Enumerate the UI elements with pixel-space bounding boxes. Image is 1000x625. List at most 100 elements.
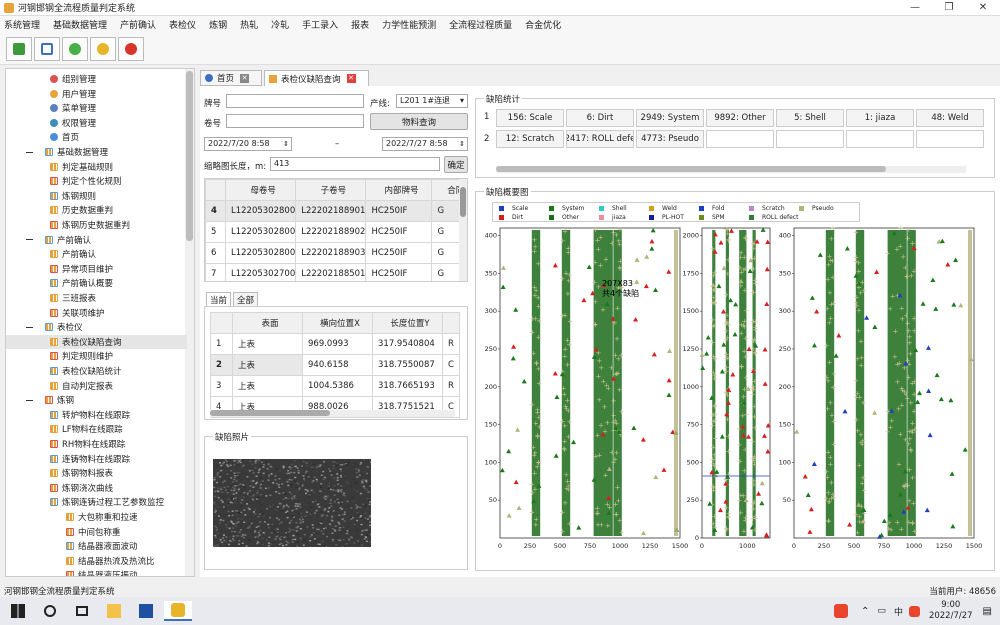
table-cell[interactable]: L12205302800 xyxy=(224,242,297,264)
stat-button[interactable]: 156: Scale xyxy=(496,109,564,127)
window-button[interactable] xyxy=(34,36,60,61)
tree-item[interactable]: LF物料在线跟踪 xyxy=(6,422,187,436)
tree-item[interactable]: 炼钢物料报表 xyxy=(6,466,187,480)
tree-item[interactable]: 结晶器热流及热流比 xyxy=(6,554,187,568)
table-cell[interactable]: 上表 xyxy=(232,333,303,355)
table-cell[interactable]: 318.7665193 xyxy=(372,375,443,397)
legend-item[interactable]: System xyxy=(549,204,584,212)
tree-item[interactable]: 基础数据管理 xyxy=(6,145,187,159)
search-icon[interactable] xyxy=(36,601,64,621)
legend-item[interactable]: Other xyxy=(549,213,579,221)
legend-item[interactable]: Scratch xyxy=(749,204,785,212)
tree-item[interactable]: 表检仪缺陷查询 xyxy=(6,334,187,349)
collapse-icon[interactable] xyxy=(26,326,33,328)
table-cell[interactable]: L12205302800 xyxy=(224,200,297,222)
table-cell[interactable]: HC250IF xyxy=(365,242,433,264)
tree-scroll-thumb[interactable] xyxy=(186,71,193,241)
tab-defect-query[interactable]: 表检仪缺陷查询 ✕ xyxy=(264,70,369,86)
legend-item[interactable]: jiaza xyxy=(599,213,626,221)
tree-item[interactable]: 关联项维护 xyxy=(6,306,187,320)
table-cell[interactable]: 969.0993 xyxy=(302,333,373,355)
app-hbis-icon[interactable] xyxy=(132,601,160,621)
tree-item[interactable]: 大包称重和拉速 xyxy=(6,510,187,524)
legend-item[interactable]: Weld xyxy=(649,204,677,212)
stat-button[interactable]: 2949: System xyxy=(636,109,704,127)
collapse-icon[interactable] xyxy=(26,151,33,153)
tree-item[interactable]: 权限管理 xyxy=(6,116,187,130)
legend-item[interactable]: ROLL defect xyxy=(749,213,798,221)
legend-item[interactable]: Scale xyxy=(499,204,528,212)
legend-item[interactable]: SPM xyxy=(699,213,725,221)
thumb-length-input[interactable]: 413 xyxy=(270,157,440,171)
tree-item[interactable]: 首页 xyxy=(6,130,187,144)
column-header[interactable]: 表面 xyxy=(232,312,303,334)
exit-button[interactable] xyxy=(118,36,144,61)
table-cell[interactable]: L12205302800 xyxy=(224,221,297,243)
table-row[interactable]: 2 上表 940.6158 318.7550087 C xyxy=(210,354,460,376)
restore-icon[interactable]: ❐ xyxy=(932,2,966,13)
legend-item[interactable]: Dirt xyxy=(499,213,523,221)
scroll-thumb[interactable] xyxy=(210,410,330,416)
tab-current[interactable]: 当前 xyxy=(206,292,232,307)
scroll-thumb[interactable] xyxy=(460,187,466,217)
stat-button[interactable] xyxy=(776,130,844,148)
table-cell[interactable]: L22202188901 xyxy=(295,200,367,222)
refresh-button[interactable] xyxy=(62,36,88,61)
table-cell[interactable]: 317.9540804 xyxy=(372,333,443,355)
tree-item[interactable]: 炼钢规则 xyxy=(6,189,187,203)
table-row[interactable]: 1 上表 969.0993 317.9540804 R xyxy=(210,333,460,355)
menu-item[interactable]: 表检仪 xyxy=(169,18,196,31)
stat-button[interactable] xyxy=(916,130,984,148)
menu-item[interactable]: 合金优化 xyxy=(525,18,561,31)
tree-item[interactable]: 结晶器液压振动 xyxy=(6,568,187,576)
menu-item[interactable]: 报表 xyxy=(351,18,369,31)
column-header[interactable]: 内部牌号 xyxy=(365,179,433,201)
table-cell[interactable]: 940.6158 xyxy=(302,354,373,376)
table-row[interactable]: 5 L12205302800 L22202188902 HC250IF G xyxy=(205,221,467,243)
tree-item[interactable]: 炼钢 xyxy=(6,393,187,407)
date-from-input[interactable]: 2022/7/20 8:58 ⇕ xyxy=(204,137,292,151)
tree-item[interactable]: 三班报表 xyxy=(6,291,187,305)
app-quality-icon[interactable] xyxy=(164,601,192,621)
legend-item[interactable]: Fold xyxy=(699,204,724,212)
notification-icon[interactable]: ▤ xyxy=(983,606,992,617)
tree-item[interactable]: 判定规则维护 xyxy=(6,349,187,363)
menu-item[interactable]: 热轧 xyxy=(240,18,258,31)
tree-item[interactable]: 炼钢历史数据重判 xyxy=(6,218,187,232)
task-view-icon[interactable] xyxy=(68,601,96,621)
scroll-thumb[interactable] xyxy=(496,166,886,172)
tray-chevron-icon[interactable]: ⌃ xyxy=(861,606,869,617)
tree-item[interactable]: 连铸物料在线跟踪 xyxy=(6,452,187,466)
table-cell[interactable]: 1004.5386 xyxy=(302,375,373,397)
table-cell[interactable]: 上表 xyxy=(232,375,303,397)
tree-item[interactable]: 判定个性化规则 xyxy=(6,174,187,188)
legend-item[interactable]: Pseudo xyxy=(799,204,834,212)
menu-item[interactable]: 炼钢 xyxy=(209,18,227,31)
tab-close-icon[interactable]: ✕ xyxy=(346,74,356,83)
tree-item[interactable]: 自动判定报表 xyxy=(6,379,187,393)
table-cell[interactable]: L12205302700 xyxy=(224,263,297,281)
stat-button[interactable]: 5: Shell xyxy=(776,109,844,127)
table-cell[interactable]: C xyxy=(442,354,460,376)
tree-item[interactable]: 异常项目维护 xyxy=(6,262,187,276)
table-cell[interactable]: 上表 xyxy=(232,354,303,376)
file-explorer-icon[interactable] xyxy=(100,601,128,621)
table-cell[interactable]: R xyxy=(442,375,460,397)
tab-close-icon[interactable]: ✕ xyxy=(240,73,250,83)
column-header[interactable]: 长度位置Y xyxy=(372,312,443,334)
date-to-input[interactable]: 2022/7/27 8:58 ⇕ xyxy=(382,137,468,151)
minimize-icon[interactable]: — xyxy=(898,2,932,13)
table-cell[interactable]: L22202188501 xyxy=(295,263,367,281)
close-icon[interactable]: ✕ xyxy=(966,2,1000,13)
windows-start-icon[interactable] xyxy=(4,601,32,621)
tree-item[interactable]: 组别管理 xyxy=(6,72,187,86)
menu-item[interactable]: 全流程过程质量 xyxy=(449,18,512,31)
table-cell[interactable]: L22202188903 xyxy=(295,242,367,264)
tree-item[interactable]: 产前确认 xyxy=(6,247,187,261)
stat-button[interactable]: 9892: Other xyxy=(706,109,774,127)
column-header[interactable]: 母卷号 xyxy=(224,179,297,201)
stat-button[interactable]: 6: Dirt xyxy=(566,109,634,127)
table-row[interactable]: 6 L12205302800 L22202188903 HC250IF G xyxy=(205,242,467,264)
table-cell[interactable]: HC250IF xyxy=(365,200,433,222)
tree-item[interactable]: 炼钢浇次曲线 xyxy=(6,481,187,495)
